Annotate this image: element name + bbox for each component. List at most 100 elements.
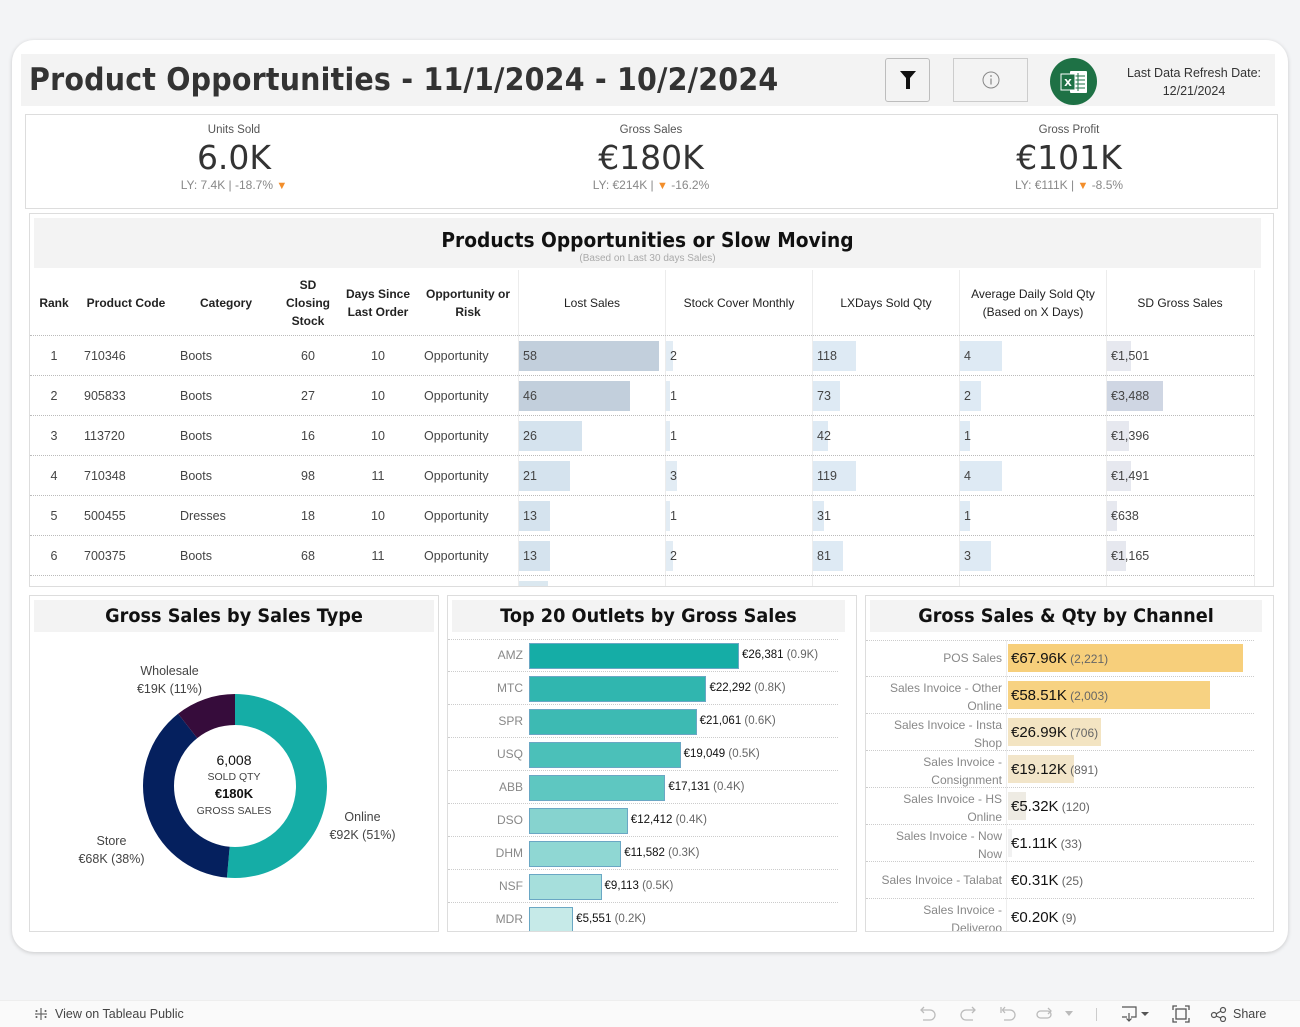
donut-label-wholesale: Wholesale €19K (11%) xyxy=(122,662,217,698)
info-button[interactable] xyxy=(953,58,1028,102)
channel-row[interactable]: Sales Invoice - Consignment €19.12K (891) xyxy=(866,751,1254,788)
outlet-row[interactable]: AMZ €26,381 (0.9K) xyxy=(448,639,838,672)
table-row[interactable]: 3 113720 Boots 16 10 Opportunity 26 1 42 1 €1,396 xyxy=(30,416,1254,456)
filter-icon xyxy=(899,71,916,89)
channel-row[interactable]: Sales Invoice - Other Online €58.51K (2,00… xyxy=(866,677,1254,714)
channel-row[interactable]: Sales Invoice - HS Online €5.32K (120) xyxy=(866,788,1254,825)
channel-bar[interactable] xyxy=(1008,903,1009,931)
cell-stock-cover-value: 2 xyxy=(670,549,677,563)
outlet-row[interactable]: NSF €9,113 (0.5K) xyxy=(448,870,838,903)
channel-row[interactable]: Sales Invoice - Insta Shop €26.99K (706) xyxy=(866,714,1254,751)
column-header-rank[interactable]: Rank xyxy=(34,270,74,336)
column-header-lxdays-sold-qty[interactable]: LXDays Sold Qty xyxy=(813,270,959,336)
cell-avg-daily-sold-qty: 1 xyxy=(960,496,1106,536)
cell-sd-closing-stock: 16 xyxy=(301,429,315,443)
column-header-days-since-last-order[interactable]: Days Since Last Order xyxy=(340,270,416,336)
cell-lxdays-sold-qty-value: 81 xyxy=(817,549,831,563)
channel-row[interactable]: POS Sales €67.96K (2,221) xyxy=(866,640,1254,677)
kpi-units-sold[interactable]: Units Sold 6.0K LY: 7.4K | -18.7% ▼ xyxy=(84,115,384,192)
cell-lxdays-sold-qty-value: 42 xyxy=(817,429,831,443)
outlet-qty: (0.4K) xyxy=(713,781,745,793)
outlet-bar[interactable] xyxy=(529,907,574,931)
table-row-partial xyxy=(519,581,548,586)
channel-row[interactable]: Sales Invoice - Deliveroo €0.20K (9) xyxy=(866,899,1254,931)
cell-lost-sales: 58 xyxy=(519,336,659,376)
outlet-row[interactable]: DHM €11,582 (0.3K) xyxy=(448,837,838,870)
table-row[interactable]: 2 905833 Boots 27 10 Opportunity 46 1 73 2 €3,488 xyxy=(30,376,1254,416)
info-icon xyxy=(982,71,999,89)
header-line: (Based on X Days) xyxy=(982,305,1084,319)
dropdown-caret-icon[interactable] xyxy=(1064,1010,1074,1018)
column-header-opportunity-or-risk[interactable]: Opportunity or Risk xyxy=(418,270,518,336)
pause-refresh-icon[interactable] xyxy=(1035,1005,1055,1023)
channel-value-label: €0.31K (25) xyxy=(1011,862,1083,901)
cell-category: Dresses xyxy=(180,509,226,523)
outlet-value-label: €21,061 (0.6K) xyxy=(700,705,776,738)
channel-label-line: Consignment xyxy=(931,773,1002,787)
table-row[interactable]: 5 500455 Dresses 18 10 Opportunity 13 1 31 1 €638 xyxy=(30,496,1254,536)
column-header-stock-cover-monthly[interactable]: Stock Cover Monthly xyxy=(666,270,812,336)
outlet-row[interactable]: MDR €5,551 (0.2K) xyxy=(448,903,838,931)
outlet-bar[interactable] xyxy=(529,874,602,900)
view-on-tableau-link[interactable]: View on Tableau Public xyxy=(33,1006,184,1022)
column-header-sd-closing-stock[interactable]: SD Closing Stock xyxy=(278,270,338,336)
filter-button[interactable] xyxy=(885,58,930,102)
outlet-value-label: €26,381 (0.9K) xyxy=(742,639,818,672)
channel-row[interactable]: Sales Invoice - Now Now €1.11K (33) xyxy=(866,825,1254,862)
channel-bar[interactable] xyxy=(1008,866,1010,894)
outlet-bar[interactable] xyxy=(529,775,666,801)
outlet-bar[interactable] xyxy=(529,742,681,768)
column-header-lost-sales[interactable]: Lost Sales xyxy=(519,270,665,336)
cell-lost-sales: 21 xyxy=(519,456,659,496)
column-header-average-daily-sold-qty[interactable]: Average Daily Sold Qty (Based on X Days) xyxy=(960,270,1106,336)
kpi-gross-sales[interactable]: Gross Sales €180K LY: €214K | ▼ -16.2% xyxy=(501,115,801,192)
table-row[interactable]: 1 710346 Boots 60 10 Opportunity 58 2 118 4 €1,501 xyxy=(30,336,1254,376)
outlet-qty: (0.4K) xyxy=(675,814,707,826)
cell-sd-gross-sales: €1,491 xyxy=(1107,456,1253,496)
channel-label-line: POS Sales xyxy=(943,651,1002,665)
outlet-bar[interactable] xyxy=(529,643,739,669)
column-header-product-code[interactable]: Product Code xyxy=(78,270,174,336)
cell-avg-daily-sold-qty-value: 4 xyxy=(964,469,971,483)
outlet-sales: €12,412 xyxy=(630,814,673,826)
column-header-sd-gross-sales[interactable]: SD Gross Sales xyxy=(1107,270,1253,336)
table-row[interactable]: 6 700375 Boots 68 11 Opportunity 13 2 81 3 €1,165 xyxy=(30,536,1254,576)
outlet-bar[interactable] xyxy=(529,709,697,735)
redo-icon[interactable] xyxy=(958,1005,978,1023)
opportunities-table-panel: Products Opportunities or Slow Moving (B… xyxy=(29,213,1274,587)
kpi-last-year: LY: €111K | ▼ -8.5% xyxy=(919,178,1219,192)
cell-stock-cover: 2 xyxy=(666,536,812,576)
dashboard-header: Product Opportunities - 11/1/2024 - 10/2… xyxy=(21,54,1275,106)
channel-qty: (891) xyxy=(1070,763,1099,777)
channel-qty: (120) xyxy=(1061,800,1090,814)
outlet-bar[interactable] xyxy=(529,676,707,702)
fullscreen-icon[interactable] xyxy=(1171,1005,1191,1023)
outlet-row[interactable]: DSO €12,412 (0.4K) xyxy=(448,804,838,837)
outlet-bar[interactable] xyxy=(529,841,622,867)
column-divider xyxy=(1254,270,1255,586)
outlet-row[interactable]: ABB €17,131 (0.4K) xyxy=(448,771,838,804)
excel-export-button[interactable]: X xyxy=(1050,58,1097,105)
undo-icon[interactable] xyxy=(918,1005,938,1023)
table-row[interactable]: 4 710348 Boots 98 11 Opportunity 21 3 119 4 €1,491 xyxy=(30,456,1254,496)
outlet-row[interactable]: SPR €21,061 (0.6K) xyxy=(448,705,838,738)
cell-sd-gross-sales: €638 xyxy=(1107,496,1253,536)
download-icon[interactable] xyxy=(1120,1005,1154,1023)
header-line: Days Since xyxy=(345,287,411,301)
outlet-label: NSF xyxy=(499,879,523,893)
share-button[interactable]: Share xyxy=(1210,1006,1266,1022)
outlet-row[interactable]: USQ €19,049 (0.5K) xyxy=(448,738,838,771)
channel-qty: (33) xyxy=(1060,837,1082,851)
refresh-label: Last Data Refresh Date: xyxy=(1126,66,1262,80)
cell-product-code: 700375 xyxy=(84,549,126,563)
revert-icon[interactable] xyxy=(998,1005,1018,1023)
column-header-category[interactable]: Category xyxy=(176,270,276,336)
channel-qty: (25) xyxy=(1061,874,1084,888)
kpi-strip: Units Sold 6.0K LY: 7.4K | -18.7% ▼ Gros… xyxy=(25,114,1278,209)
kpi-gross-profit[interactable]: Gross Profit €101K LY: €111K | ▼ -8.5% xyxy=(919,115,1219,192)
outlet-bar[interactable] xyxy=(529,808,628,834)
channel-label-line: Now xyxy=(977,847,1002,861)
channel-row[interactable]: Sales Invoice - Talabat €0.31K (25) xyxy=(866,862,1254,899)
cell-lost-sales: 13 xyxy=(519,496,659,536)
outlet-row[interactable]: MTC €22,292 (0.8K) xyxy=(448,672,838,705)
